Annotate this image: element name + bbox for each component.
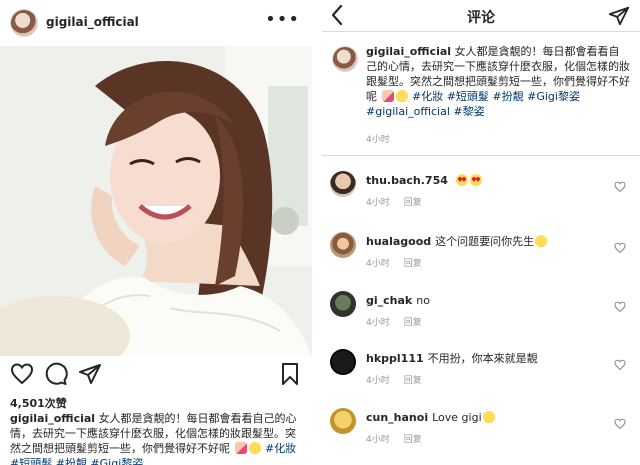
send-icon[interactable] bbox=[78, 362, 102, 386]
reply-link[interactable]: 回复 bbox=[404, 198, 422, 208]
heart-eyes-emoji-icon bbox=[456, 174, 469, 186]
smile-emoji-icon bbox=[482, 411, 495, 423]
comment-body: no bbox=[416, 294, 430, 307]
heart-icon[interactable] bbox=[614, 301, 626, 313]
comment-icon[interactable] bbox=[44, 362, 68, 386]
avatar[interactable] bbox=[330, 232, 356, 258]
comment-username[interactable]: cun_hanoi bbox=[366, 411, 428, 424]
comment-meta: 4小时 回复 bbox=[366, 315, 422, 328]
comment-username[interactable]: gi_chak bbox=[366, 294, 412, 307]
smile-emoji-icon bbox=[395, 90, 408, 102]
timestamp: 4小时 bbox=[366, 259, 390, 269]
caption-username[interactable]: gigilai_official bbox=[10, 412, 95, 425]
main-comment: gigilai_official 女人都是貪靚的！每日都會看看自己的心情，去研究… bbox=[322, 32, 640, 156]
avatar[interactable] bbox=[330, 171, 356, 197]
post-photo[interactable] bbox=[0, 46, 312, 356]
like-count[interactable]: 4,501次赞 bbox=[10, 395, 67, 411]
comment-text: cun_hanoi Love gigi bbox=[366, 410, 606, 425]
heart-icon[interactable] bbox=[614, 418, 626, 430]
send-icon[interactable] bbox=[608, 5, 630, 27]
timestamp: 4小时 bbox=[366, 318, 390, 328]
more-horizontal-icon[interactable]: ••• bbox=[265, 11, 300, 29]
comment-text: hualagood 这个问题要问你先生 bbox=[366, 234, 606, 249]
comment-text: thu.bach.754 bbox=[366, 173, 606, 188]
pane-divider bbox=[312, 0, 322, 465]
timestamp: 4小时 bbox=[366, 435, 390, 445]
main-comment-username[interactable]: gigilai_official bbox=[366, 45, 451, 58]
post-username[interactable]: gigilai_official bbox=[46, 15, 139, 29]
comments-panel: 评论 gigilai_official 女人都是貪靚的！每日都會看看自己的心情，… bbox=[322, 0, 640, 465]
comment-meta: 4小时 回复 bbox=[366, 432, 422, 445]
post-header: gigilai_official ••• bbox=[0, 0, 312, 46]
nail-polish-icon bbox=[381, 90, 394, 102]
comment-meta: 4小时 回复 bbox=[366, 373, 422, 386]
main-comment-text: gigilai_official 女人都是貪靚的！每日都會看看自己的心情，去研究… bbox=[366, 44, 630, 119]
avatar[interactable] bbox=[10, 9, 38, 37]
reply-link[interactable]: 回复 bbox=[404, 435, 422, 445]
comment-item: gi_chak no 4小时 回复 bbox=[322, 288, 640, 344]
reply-link[interactable]: 回复 bbox=[404, 259, 422, 269]
heart-icon[interactable] bbox=[614, 359, 626, 371]
timestamp: 4小时 bbox=[366, 135, 390, 145]
comment-username[interactable]: hkppl111 bbox=[366, 352, 424, 365]
smile-emoji-icon bbox=[248, 442, 261, 454]
heart-icon[interactable] bbox=[614, 242, 626, 254]
nail-polish-icon bbox=[234, 442, 247, 454]
avatar[interactable] bbox=[330, 349, 356, 375]
avatar[interactable] bbox=[330, 408, 356, 434]
heart-icon[interactable] bbox=[10, 362, 34, 386]
post-actions bbox=[0, 362, 312, 390]
comment-username[interactable]: thu.bach.754 bbox=[366, 174, 448, 187]
comment-item: hkppl111 不用扮，你本來就是靚 4小时 回复 bbox=[322, 346, 640, 402]
smile-emoji-icon bbox=[535, 235, 548, 247]
heart-icon[interactable] bbox=[614, 181, 626, 193]
comment-body: Love gigi bbox=[432, 411, 482, 424]
page-title: 评论 bbox=[467, 10, 495, 26]
post-panel: gigilai_official ••• 4,501次赞 gigilai_off… bbox=[0, 0, 312, 465]
comment-body: 这个问题要问你先生 bbox=[435, 235, 535, 248]
timestamp: 4小时 bbox=[366, 198, 390, 208]
comment-item: hualagood 这个问题要问你先生 4小时 回复 bbox=[322, 229, 640, 285]
comment-meta: 4小时 回复 bbox=[366, 256, 422, 269]
bookmark-icon[interactable] bbox=[278, 362, 302, 386]
comment-username[interactable]: hualagood bbox=[366, 235, 431, 248]
photo-illustration bbox=[0, 46, 312, 356]
timestamp: 4小时 bbox=[366, 376, 390, 386]
reply-link[interactable]: 回复 bbox=[404, 376, 422, 386]
comment-meta: 4小时 回复 bbox=[366, 195, 422, 208]
post-caption: gigilai_official 女人都是貪靚的！每日都會看看自己的心情，去研究… bbox=[10, 411, 306, 465]
comment-item: thu.bach.754 4小时 回复 bbox=[322, 168, 640, 224]
reply-link[interactable]: 回复 bbox=[404, 318, 422, 328]
comment-item: cun_hanoi Love gigi 4小时 回复 bbox=[322, 405, 640, 461]
avatar[interactable] bbox=[330, 291, 356, 317]
avatar[interactable] bbox=[332, 46, 358, 72]
comment-body: 不用扮，你本來就是靚 bbox=[427, 352, 538, 365]
comment-text: hkppl111 不用扮，你本來就是靚 bbox=[366, 351, 606, 366]
comments-header: 评论 bbox=[322, 0, 640, 32]
comment-text: gi_chak no bbox=[366, 293, 606, 308]
heart-eyes-emoji-icon bbox=[470, 174, 483, 186]
